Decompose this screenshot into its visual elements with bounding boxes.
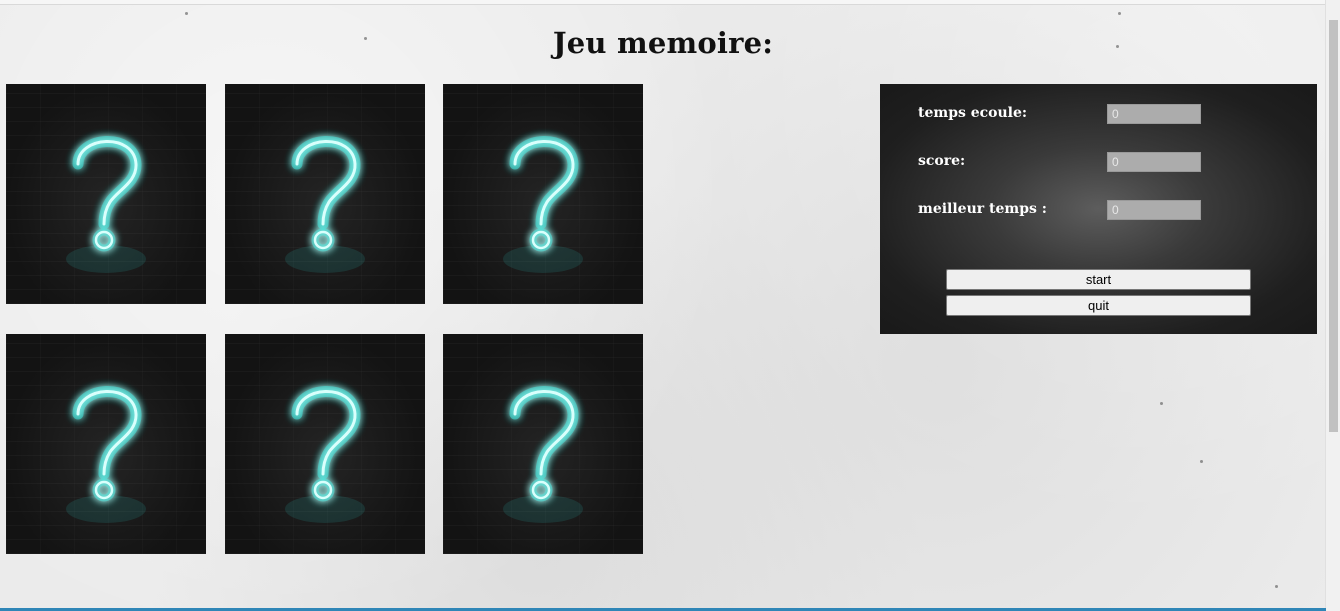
score-label: score: — [918, 153, 966, 169]
memory-card[interactable] — [443, 84, 643, 304]
elapsed-time-field[interactable] — [1107, 104, 1201, 124]
question-mark-icon — [503, 136, 583, 273]
paper-speck — [185, 12, 188, 15]
question-mark-icon — [503, 386, 583, 523]
memory-card[interactable] — [225, 84, 425, 304]
elapsed-time-label: temps ecoule: — [918, 105, 1028, 121]
memory-card[interactable] — [6, 84, 206, 304]
question-mark-icon — [285, 136, 365, 273]
question-mark-icon — [66, 136, 146, 273]
memory-card[interactable] — [443, 334, 643, 554]
page-top-border — [0, 0, 1326, 5]
paper-speck — [1118, 12, 1121, 15]
page-title: Jeu memoire: — [552, 26, 774, 60]
memory-card[interactable] — [225, 334, 425, 554]
scrollbar-thumb[interactable] — [1329, 20, 1338, 432]
paper-speck — [1160, 402, 1163, 405]
vertical-scrollbar[interactable] — [1325, 0, 1340, 611]
best-time-label: meilleur temps : — [918, 201, 1047, 217]
question-mark-icon — [285, 386, 365, 523]
paper-speck — [1200, 460, 1203, 463]
memory-card[interactable] — [6, 334, 206, 554]
score-field[interactable] — [1107, 152, 1201, 172]
stats-panel: temps ecoule: score: meilleur temps : st… — [880, 84, 1317, 334]
question-mark-icon — [66, 386, 146, 523]
paper-speck — [1275, 585, 1278, 588]
quit-button[interactable]: quit — [946, 295, 1251, 316]
start-button[interactable]: start — [946, 269, 1251, 290]
best-time-field[interactable] — [1107, 200, 1201, 220]
